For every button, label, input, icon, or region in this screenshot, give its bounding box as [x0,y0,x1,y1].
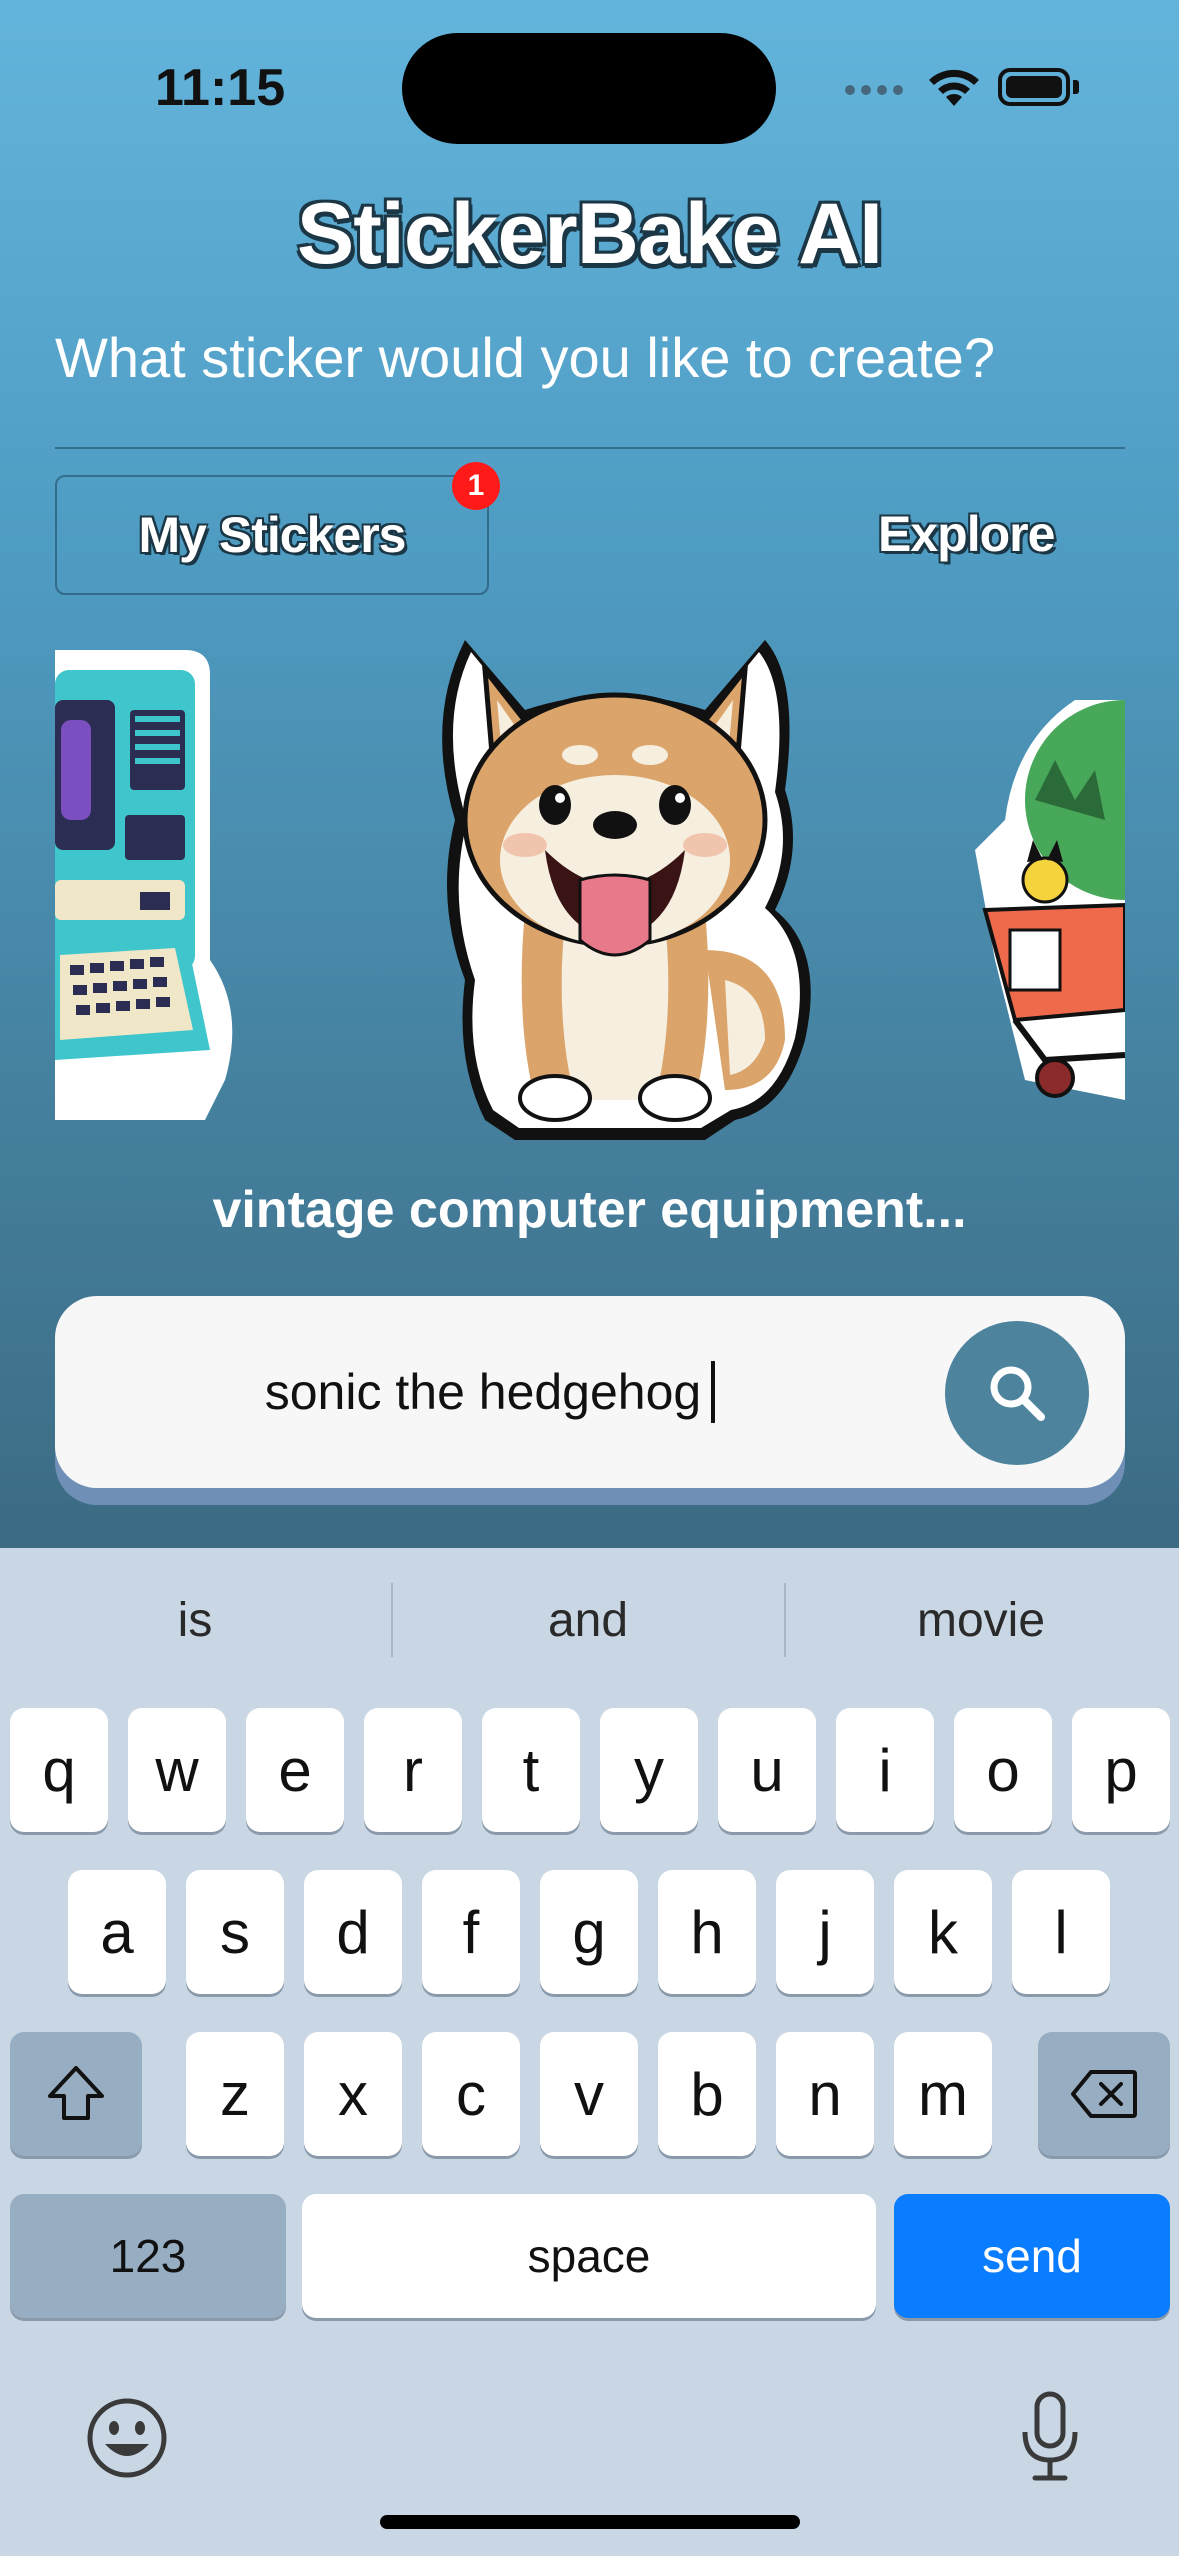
key-k[interactable]: k [894,1870,992,1994]
search-button[interactable] [945,1321,1089,1465]
key-o[interactable]: o [954,1708,1052,1832]
shopping-cart-sticker[interactable] [955,680,1125,1140]
wifi-icon [929,69,979,106]
suggestion-2[interactable]: and [393,1593,783,1648]
key-t[interactable]: t [482,1708,580,1832]
key-m[interactable]: m [894,2032,992,2156]
key-q[interactable]: q [10,1708,108,1832]
key-c[interactable]: c [422,2032,520,2156]
cellular-signal-icon [845,82,909,100]
key-x[interactable]: x [304,2032,402,2156]
send-key[interactable]: send [894,2194,1170,2318]
key-b[interactable]: b [658,2032,756,2156]
backspace-icon [1071,2070,1137,2118]
key-w[interactable]: w [128,1708,226,1832]
key-v[interactable]: v [540,2032,638,2156]
key-j[interactable]: j [776,1870,874,1994]
app-title: StickerBake AI [296,186,883,282]
key-p[interactable]: p [1072,1708,1170,1832]
page-subtitle: What sticker would you like to create? [55,326,995,389]
search-icon [990,1366,1045,1421]
search-input-value: sonic the hedgehog [264,1364,702,1420]
battery-icon [998,68,1070,106]
search-input[interactable]: sonic the hedgehog [55,1296,925,1488]
home-indicator[interactable] [380,2515,800,2529]
emoji-icon[interactable] [85,2396,169,2480]
vintage-computer-sticker[interactable] [55,630,255,1150]
app-screen: 11:15 StickerBake AI What sticker would … [0,0,1179,1548]
sticker-carousel[interactable] [55,620,1125,1160]
shiba-inu-dog-sticker[interactable] [405,620,825,1160]
key-d[interactable]: d [304,1870,402,1994]
battery-tip [1073,80,1079,94]
key-s[interactable]: s [186,1870,284,1994]
key-a[interactable]: a [68,1870,166,1994]
tab-my-stickers[interactable]: My Stickers [55,475,489,595]
suggestion-1[interactable]: is [0,1593,390,1648]
system-keyboard: is and movie q w e r t y u i o p a s d f… [0,1548,1179,2556]
key-f[interactable]: f [422,1870,520,1994]
key-l[interactable]: l [1012,1870,1110,1994]
key-h[interactable]: h [658,1870,756,1994]
shift-key[interactable] [10,2032,142,2156]
suggestion-3[interactable]: movie [786,1593,1176,1648]
numbers-key[interactable]: 123 [10,2194,286,2318]
microphone-icon[interactable] [1015,2388,1085,2484]
shift-arrow-icon [48,2066,104,2120]
key-u[interactable]: u [718,1708,816,1832]
text-caret [711,1361,716,1423]
dynamic-island [402,33,776,144]
key-e[interactable]: e [246,1708,344,1832]
notification-badge: 1 [452,462,500,510]
tab-my-stickers-label: My Stickers [138,507,407,563]
key-g[interactable]: g [540,1870,638,1994]
sticker-caption: vintage computer equipment... [212,1181,967,1239]
delete-key[interactable] [1038,2032,1170,2156]
key-i[interactable]: i [836,1708,934,1832]
divider [55,447,1125,449]
key-r[interactable]: r [364,1708,462,1832]
search-box[interactable]: sonic the hedgehog [55,1296,1125,1488]
key-n[interactable]: n [776,2032,874,2156]
tab-explore[interactable]: Explore [878,505,1055,563]
key-z[interactable]: z [186,2032,284,2156]
space-key[interactable]: space [302,2194,876,2318]
key-y[interactable]: y [600,1708,698,1832]
status-time: 11:15 [155,59,286,117]
